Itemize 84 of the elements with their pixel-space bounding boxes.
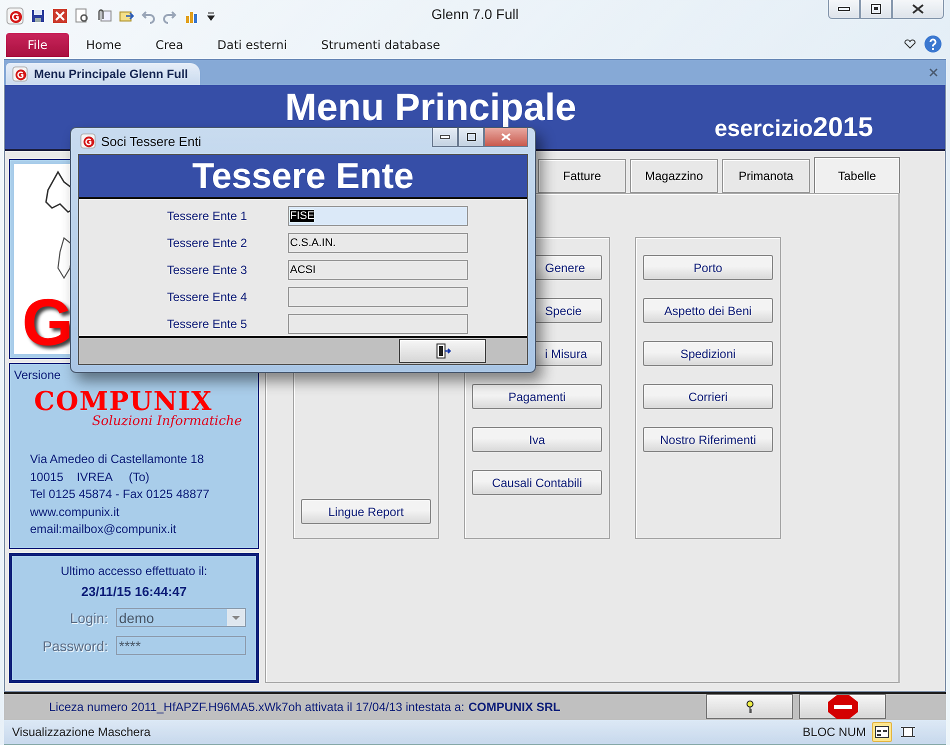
address-line: Via Amedeo di Castellamonte 18 — [30, 451, 205, 468]
input-field[interactable]: ACSI — [288, 260, 468, 280]
dialog-minimize-button[interactable] — [432, 128, 458, 147]
app-logo-icon — [80, 133, 96, 149]
minimize-button[interactable] — [828, 0, 860, 19]
field-label: Tessere Ente 3 — [167, 263, 248, 277]
menu-button[interactable]: Aspetto dei Beni — [643, 298, 773, 324]
close-button[interactable] — [892, 0, 944, 19]
minimize-icon — [838, 7, 850, 11]
field-label: Tessere Ente 2 — [167, 236, 248, 250]
minimize-icon — [440, 135, 450, 139]
input-field[interactable] — [288, 287, 468, 307]
menu-button[interactable]: Spedizioni — [643, 341, 773, 366]
last-access-value: 23/11/15 16:44:47 — [81, 584, 187, 600]
maximize-button[interactable] — [860, 0, 892, 19]
dialog-title: Soci Tessere Enti — [101, 134, 202, 148]
form-view-button[interactable] — [872, 722, 892, 742]
year-value: 2015 — [812, 112, 873, 144]
year-label: esercizio — [714, 115, 813, 142]
login-label: Login: — [70, 610, 108, 626]
ribbon-tab[interactable]: Home — [69, 32, 138, 57]
section-tab[interactable]: Fatture — [538, 159, 626, 194]
close-icon — [912, 4, 924, 14]
menu-button[interactable]: Causali Contabili — [472, 470, 602, 496]
help-icon[interactable] — [924, 34, 942, 53]
field-label: Tessere Ente 4 — [167, 290, 248, 304]
window-title: Glenn 7.0 Full — [431, 6, 519, 22]
field-label: Tessere Ente 5 — [167, 317, 248, 331]
dialog-maximize-button[interactable] — [458, 128, 484, 147]
maximize-icon — [466, 133, 476, 141]
app-logo-icon — [12, 66, 28, 82]
document-tab[interactable]: Menu Principale Glenn Full — [6, 63, 200, 86]
section-tab[interactable]: Primanota — [722, 159, 810, 194]
menu-button[interactable]: Lingue Report — [301, 499, 431, 524]
stop-sign-icon — [828, 694, 858, 719]
exit-door-icon — [434, 343, 450, 359]
design-view-icon — [901, 724, 915, 739]
ribbon-tab[interactable]: Crea — [138, 32, 200, 57]
key-button[interactable] — [706, 694, 794, 720]
maximize-icon — [871, 4, 881, 14]
close-icon — [501, 133, 511, 141]
last-access-label: Ultimo accesso effettuato il: — [60, 564, 208, 578]
field-label: Tessere Ente 1 — [167, 209, 248, 223]
password-label: Password: — [42, 638, 108, 654]
exit-button[interactable] — [799, 694, 886, 720]
form-title: Menu Principale — [285, 87, 576, 130]
dropdown-arrow-icon — [232, 616, 240, 620]
address-line: www.compunix.it — [30, 504, 120, 521]
section-tab[interactable]: Tabelle — [814, 157, 900, 194]
menu-button[interactable]: Corrieri — [643, 384, 773, 410]
document-tab-title: Menu Principale Glenn Full — [34, 67, 188, 82]
menu-button[interactable]: Iva — [472, 427, 602, 452]
print-preview-icon[interactable] — [74, 8, 90, 24]
menu-button[interactable]: Pagamenti — [472, 384, 602, 410]
input-field[interactable] — [288, 314, 468, 334]
dialog-close-button[interactable] — [484, 128, 528, 147]
input-field[interactable]: FISE — [288, 206, 468, 226]
version-text: Versione — [14, 368, 62, 382]
app-logo-icon — [6, 6, 24, 25]
close-icon[interactable] — [52, 8, 68, 24]
exit-door-button[interactable] — [399, 339, 486, 363]
section-tab[interactable]: Magazzino — [630, 159, 718, 194]
form-view-icon — [875, 726, 889, 738]
logo-letter: G — [22, 284, 74, 360]
ribbon-tab[interactable]: Strumenti database — [304, 32, 458, 57]
ribbon-tab[interactable]: Dati esterni — [200, 32, 304, 57]
address-line: Tel 0125 45874 - Fax 0125 48877 — [30, 486, 210, 504]
dialog-heading: Tessere Ente — [192, 155, 414, 197]
paperclip-icon[interactable] — [96, 8, 112, 24]
menu-button[interactable]: Porto — [643, 255, 773, 280]
save-icon[interactable] — [30, 8, 46, 24]
num-lock-indicator: BLOC NUM — [802, 724, 866, 739]
menu-button[interactable]: Nostro Riferimenti — [643, 427, 773, 452]
close-icon — [929, 68, 938, 77]
address-line: email:mailbox@compunix.it — [30, 521, 178, 538]
input-field[interactable]: C.S.A.IN. — [288, 233, 468, 253]
license-text: Liceza numero 2011_HfAPZF.H96MA5.xWk7oh attivata il 17/04/13 intestata a: — [49, 700, 464, 714]
address-line: 10015 IVREA (To) — [30, 468, 150, 486]
license-holder: COMPUNIX SRL — [468, 700, 560, 714]
company-tagline: Soluzioni Informatiche — [92, 414, 243, 430]
company-brand: COMPUNIX — [34, 388, 212, 416]
file-menu-button[interactable]: File — [6, 32, 69, 57]
status-text: Visualizzazione Maschera — [12, 724, 151, 739]
key-icon — [746, 700, 754, 714]
